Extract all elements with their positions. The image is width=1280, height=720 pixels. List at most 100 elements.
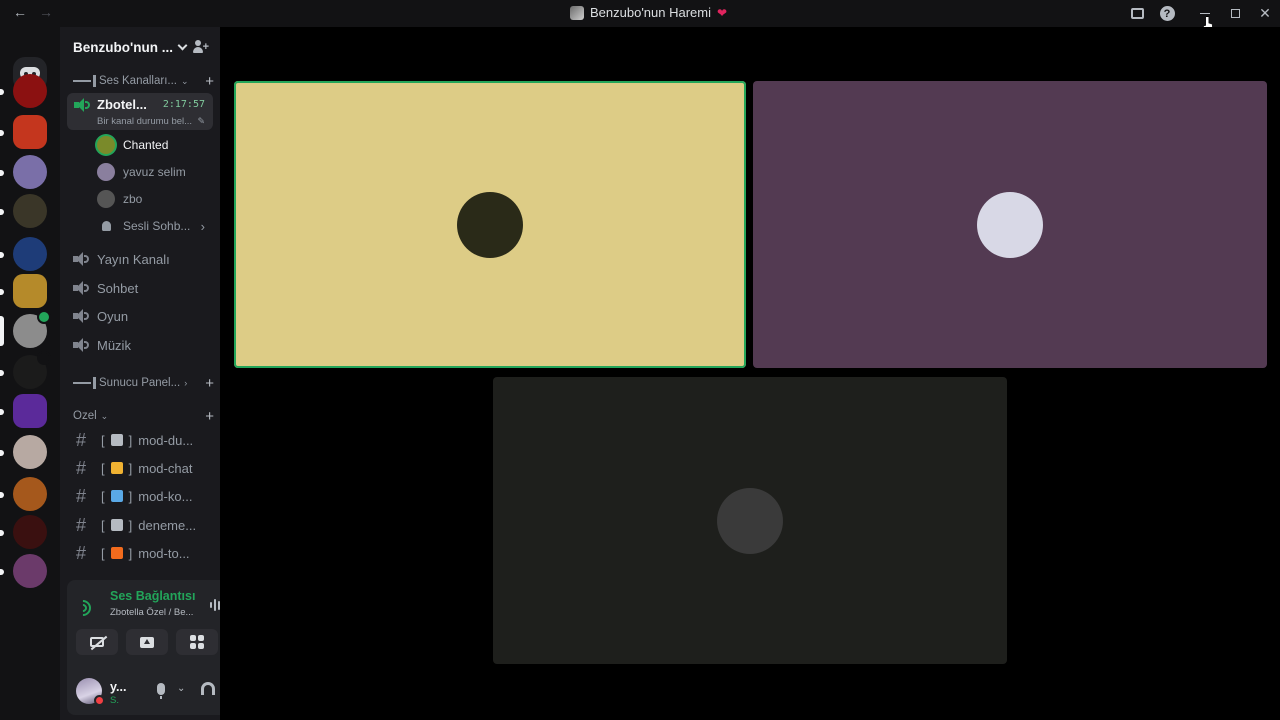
microphone-icon[interactable]: [157, 683, 165, 699]
text-channel[interactable]: # [] mod-ko...: [73, 484, 214, 508]
status-dnd-icon: [94, 695, 105, 706]
tile-chanted[interactable]: [234, 81, 746, 368]
add-channel-icon[interactable]: +: [205, 408, 214, 425]
server-icon[interactable]: [13, 394, 47, 428]
username[interactable]: y...: [110, 680, 126, 694]
text-channel[interactable]: # [] mod-chat: [73, 456, 214, 480]
avatar: [97, 163, 115, 181]
server-icon[interactable]: [13, 194, 47, 228]
forward-arrow-icon[interactable]: →: [38, 4, 54, 20]
screen-share-icon: [140, 636, 154, 648]
text-channel[interactable]: # [] mod-du...: [73, 428, 214, 452]
voice-user-name: Chanted: [123, 138, 169, 152]
tile-zbo[interactable]: [493, 377, 1007, 664]
server-indicator-pill: [0, 130, 4, 136]
activities-button[interactable]: [176, 629, 218, 655]
active-voice-channel[interactable]: Zbotel... 2:17:57 Bir kanal durumu bel..…: [67, 93, 213, 130]
server-icon[interactable]: [13, 477, 47, 511]
user-status-text: S.: [110, 695, 119, 706]
minimize-icon: [1200, 13, 1210, 14]
add-channel-icon[interactable]: +: [205, 73, 214, 90]
add-user-icon[interactable]: +: [192, 39, 209, 55]
server-icon[interactable]: [13, 554, 47, 588]
back-arrow-icon[interactable]: ←: [12, 4, 28, 20]
server-icon[interactable]: [13, 237, 47, 271]
text-channel-name: mod-chat: [138, 460, 193, 476]
hash-icon: #: [75, 457, 86, 478]
fire-icon: [110, 547, 123, 559]
voice-channel[interactable]: Oyun: [73, 304, 214, 328]
server-indicator-pill: [0, 252, 4, 258]
voice-user-name: zbo: [123, 192, 143, 206]
text-channel[interactable]: # [] deneme...: [73, 513, 214, 537]
category-special-label: Özel: [73, 410, 97, 422]
rose-icon: ❤: [717, 5, 728, 20]
titlebar-actions: ? ✕: [1122, 0, 1280, 27]
category-voice[interactable]: Ses Kanalları... ⌄ +: [73, 73, 214, 90]
close-button[interactable]: ✕: [1250, 0, 1280, 27]
hash-icon: #: [75, 514, 86, 535]
maximize-icon: [1230, 9, 1240, 18]
voice-channel[interactable]: Sohbet: [73, 276, 214, 300]
server-indicator-pill: [0, 316, 4, 346]
bracket-close: ]: [128, 545, 133, 561]
pencil-icon[interactable]: ✎: [197, 116, 205, 127]
hammer-icon: [110, 434, 123, 446]
voice-chat-link[interactable]: Sesli Sohb... ›: [97, 216, 213, 236]
speaker-icon: [73, 252, 89, 266]
window-title: Benzubo'nun Haremi ❤: [570, 5, 727, 20]
text-channel[interactable]: # [] mod-to...: [73, 541, 214, 565]
server-icon[interactable]: [13, 435, 47, 469]
server-indicator-pill: [0, 89, 4, 95]
text-channel-name: deneme...: [138, 517, 197, 533]
server-indicator-pill: [0, 530, 4, 536]
server-indicator-pill: [0, 569, 4, 575]
server-icon[interactable]: [13, 74, 47, 108]
chevron-right-icon: ›: [184, 378, 188, 388]
speaker-icon: [73, 281, 89, 295]
window-title-text: Benzubo'nun Haremi: [590, 5, 711, 20]
avatar: [717, 487, 783, 554]
headset-icon[interactable]: [201, 682, 215, 695]
server-icon[interactable]: [13, 155, 47, 189]
help-button[interactable]: ?: [1152, 0, 1182, 27]
server-icon[interactable]: [13, 351, 51, 389]
bracket-open: [: [101, 545, 105, 561]
add-channel-icon[interactable]: +: [205, 375, 214, 392]
key-icon: [110, 462, 123, 474]
voice-location-label[interactable]: Zbotella Özel / Be...: [110, 607, 198, 618]
server-indicator-pill: [0, 492, 4, 498]
chevron-down-icon: [177, 40, 188, 50]
inbox-button[interactable]: [1122, 0, 1152, 27]
server-header[interactable]: Benzubo'nun ... +: [60, 27, 220, 67]
chevron-down-icon: ⌄: [100, 410, 109, 421]
bracket-open: [: [101, 517, 105, 533]
server-icon[interactable]: [13, 274, 47, 308]
server-indicator-pill: [0, 289, 4, 295]
avatar: [97, 190, 115, 208]
voice-channel-name: Sohbet: [97, 280, 139, 296]
category-panel[interactable]: Sunucu Panel... › +: [73, 375, 214, 392]
voice-user[interactable]: Chanted: [97, 135, 213, 155]
chevron-down-icon[interactable]: ⌄: [177, 683, 185, 694]
signal-icon[interactable]: [71, 596, 95, 620]
category-special[interactable]: Özel ⌄ +: [73, 408, 214, 425]
camera-button[interactable]: [76, 629, 118, 655]
screen-share-button[interactable]: [126, 629, 168, 655]
server-icon[interactable]: [13, 310, 51, 348]
minimize-button[interactable]: [1190, 0, 1220, 27]
channel-status[interactable]: Bir kanal durumu bel...: [97, 116, 192, 127]
voice-channel[interactable]: Müzik: [73, 333, 214, 357]
hash-icon: #: [75, 429, 86, 450]
voice-user[interactable]: yavuz selim: [97, 162, 213, 182]
server-indicator-pill: [0, 370, 4, 376]
camera-off-icon: [90, 637, 104, 647]
voice-channel[interactable]: Yayın Kanalı: [73, 247, 214, 271]
maximize-button[interactable]: [1220, 0, 1250, 27]
voice-user[interactable]: zbo: [97, 189, 213, 209]
bracket-open: [: [101, 488, 105, 504]
voice-connected-label[interactable]: Ses Bağlantısı K: [110, 589, 198, 603]
tile-yavuz-selim[interactable]: [753, 81, 1267, 368]
server-icon[interactable]: [13, 515, 47, 549]
server-icon[interactable]: [13, 115, 47, 149]
